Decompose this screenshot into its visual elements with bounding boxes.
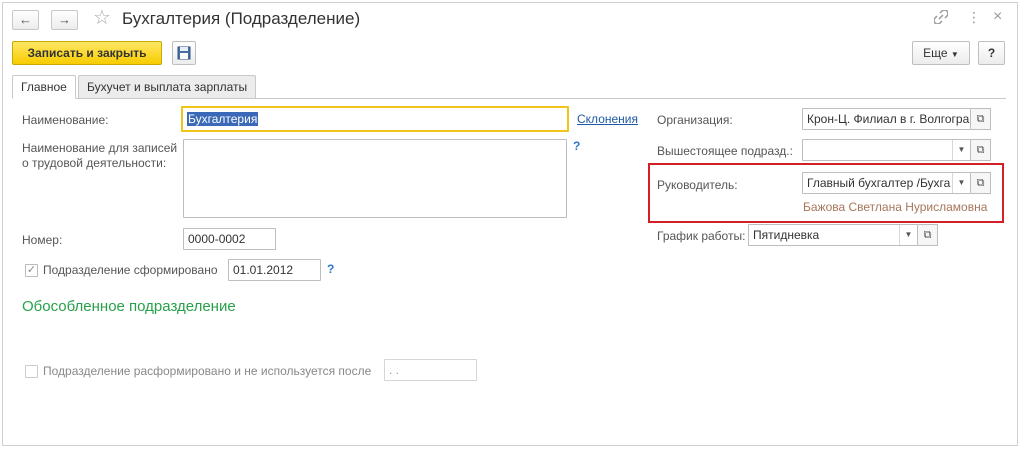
open-form-icon: ⧉ (976, 113, 985, 125)
parent-unit-label: Вышестоящее подразд.: (657, 144, 793, 158)
more-actions-button[interactable]: Еще ▼ (912, 41, 970, 65)
formed-help-icon[interactable]: ? (327, 262, 334, 276)
name-label: Наименование: (22, 113, 109, 127)
head-dropdown[interactable]: ▼ (952, 173, 970, 193)
open-form-icon: ⧉ (923, 229, 932, 241)
help-button[interactable]: ? (978, 41, 1005, 65)
arrow-left-icon: ← (19, 12, 32, 27)
forward-button[interactable]: → (51, 10, 78, 30)
tab-main[interactable]: Главное (12, 75, 76, 99)
save-button[interactable] (172, 41, 196, 65)
labor-name-label-line2: о трудовой деятельности: (22, 156, 167, 170)
schedule-label: График работы: (657, 229, 746, 243)
schedule-input[interactable]: Пятидневка ▼ (748, 224, 918, 246)
organization-open-button[interactable]: ⧉ (971, 108, 991, 130)
save-and-close-button[interactable]: Записать и закрыть (12, 41, 162, 65)
parent-unit-dropdown[interactable]: ▼ (952, 140, 970, 160)
more-options-icon[interactable]: ⋮ (967, 9, 981, 26)
star-icon[interactable]: ☆ (93, 7, 111, 29)
labor-name-label-line1: Наименование для записей (22, 141, 178, 155)
formed-checkbox[interactable]: ✓ (25, 264, 38, 277)
floppy-disk-icon (177, 46, 191, 60)
link-icon[interactable] (933, 9, 949, 27)
parent-unit-input[interactable]: ▼ (802, 139, 971, 161)
parent-unit-open-button[interactable]: ⧉ (971, 139, 991, 161)
schedule-open-button[interactable]: ⧉ (918, 224, 938, 246)
separate-unit-link[interactable]: Обособленное подразделение (22, 298, 236, 315)
tab-accounting-payroll[interactable]: Бухучет и выплата зарплаты (78, 75, 257, 99)
open-form-icon: ⧉ (976, 177, 985, 189)
labor-name-textarea[interactable] (183, 139, 567, 218)
page-title: Бухгалтерия (Подразделение) (122, 9, 361, 28)
declensions-link[interactable]: Склонения (577, 112, 638, 126)
disbanded-date-input[interactable]: . . (384, 359, 477, 381)
head-person-name[interactable]: Бажова Светлана Нурисламовна (803, 200, 987, 214)
schedule-dropdown[interactable]: ▼ (899, 225, 917, 245)
name-input[interactable]: Бухгалтерия (181, 106, 569, 132)
arrow-right-icon: → (58, 12, 71, 27)
number-input[interactable]: 0000-0002 (183, 228, 276, 250)
organization-input[interactable]: Крон-Ц. Филиал в г. Волгогра (802, 108, 971, 130)
disbanded-checkbox[interactable] (25, 365, 38, 378)
open-form-icon: ⧉ (976, 144, 985, 156)
dropdown-arrow-icon: ▼ (950, 50, 959, 59)
head-label: Руководитель: (657, 178, 738, 192)
formed-date-input[interactable]: 01.01.2012 (228, 259, 321, 281)
back-button[interactable]: ← (12, 10, 39, 30)
formed-label: Подразделение сформировано (43, 263, 218, 277)
head-open-button[interactable]: ⧉ (971, 172, 991, 194)
disbanded-label: Подразделение расформировано и не исполь… (43, 364, 372, 378)
head-input[interactable]: Главный бухгалтер /Бухга ▼ (802, 172, 971, 194)
labor-name-help-icon[interactable]: ? (573, 139, 580, 153)
close-icon[interactable]: × (993, 8, 1002, 26)
name-value: Бухгалтерия (187, 112, 259, 126)
organization-label: Организация: (657, 113, 733, 127)
number-label: Номер: (22, 233, 63, 247)
